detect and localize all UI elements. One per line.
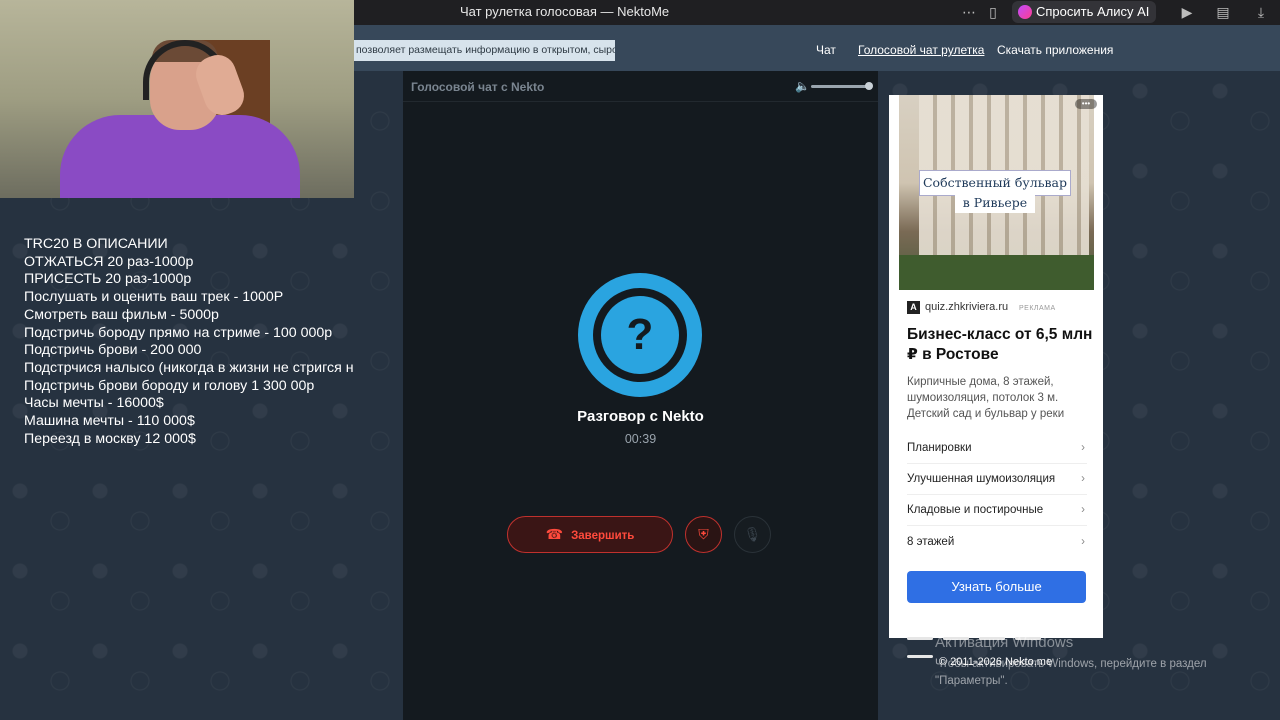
overlay-line: Часы мечты - 16000$	[24, 395, 164, 412]
video-icon[interactable]: ▶	[1178, 3, 1196, 21]
voice-chat-panel: Голосовой чат с Nekto 🔈 ? Разговор с Nek…	[403, 71, 878, 720]
webcam-overlay	[0, 0, 354, 198]
alice-icon	[1018, 5, 1032, 19]
ad-tag: РЕКЛАМА	[1019, 305, 1056, 312]
conversation-title: Разговор с Nekto	[577, 408, 704, 425]
tab-title: Чат рулетка голосовая — NektoMe	[460, 4, 670, 19]
copyright: © 2011-2026 Nekto.me	[939, 656, 1053, 668]
microphone-icon: 🎙	[743, 526, 762, 542]
volume-knob[interactable]	[865, 82, 873, 90]
nav-chat[interactable]: Чат	[816, 43, 836, 57]
overlay-line: Подстричь бороду прямо на стриме - 100 0…	[24, 324, 333, 341]
panel-title: Голосовой чат с Nekto	[411, 80, 545, 94]
end-call-label: Завершить	[571, 530, 635, 542]
hang-up-icon: ☎	[545, 526, 564, 542]
ad-headline[interactable]: Бизнес-класс от 6,5 млн ₽ в Ростове	[907, 325, 1097, 365]
chevron-right-icon: ›	[1081, 536, 1085, 548]
overlay-line: Смотреть ваш фильм - 5000р	[24, 306, 219, 323]
nav-voice-chat[interactable]: Голосовой чат рулетка	[858, 43, 984, 57]
overlay-line: Подстрчися налысо (никогда в жизни не ст…	[24, 359, 354, 376]
overlay-line: TRC20 В ОПИСАНИИ	[24, 236, 168, 252]
unknown-user-avatar: ?	[578, 273, 702, 397]
volume-icon[interactable]: 🔈	[795, 79, 810, 93]
ad-cta-button[interactable]: Узнать больше	[907, 571, 1086, 603]
stream-overlay-text: TRC20 В ОПИСАНИИ ОТЖАТЬСЯ 20 раз-1000р П…	[24, 236, 376, 448]
ad-image-caption-2: в Ривьере	[955, 193, 1035, 213]
chevron-right-icon: ›	[1081, 504, 1085, 516]
overlay-line: ПРИСЕСТЬ 20 раз-1000р	[24, 271, 192, 288]
ad-link-layouts[interactable]: Планировки ›	[907, 433, 1087, 464]
ad-image[interactable]: Собственный бульвар в Ривьере	[899, 95, 1094, 290]
ad-link-storage[interactable]: Кладовые и постирочные ›	[907, 495, 1087, 526]
shield-icon: ⛨	[698, 526, 709, 542]
overlay-line: Послушать и оценить ваш трек - 1000Р	[24, 289, 284, 306]
ask-alice-button[interactable]: Спросить Алису AI	[1012, 1, 1156, 23]
more-icon[interactable]: ⋯	[960, 3, 978, 21]
ad-banner[interactable]: Собственный бульвар в Ривьере ••• A quiz…	[889, 95, 1103, 658]
ad-link-floors[interactable]: 8 этажей ›	[907, 527, 1087, 558]
ad-carousel-indicator	[907, 627, 1086, 658]
ad-link-soundproofing[interactable]: Улучшенная шумоизоляция ›	[907, 464, 1087, 495]
ad-menu-icon[interactable]: •••	[1075, 99, 1097, 109]
end-call-button[interactable]: ☎ Завершить	[507, 516, 673, 553]
notice-banner: позволяет размещать информацию в открыто…	[354, 40, 615, 61]
report-button[interactable]: ⛨	[685, 516, 722, 553]
question-mark-icon: ?	[601, 296, 679, 374]
overlay-line: Подстричь брови бороду и голову 1 300 00…	[24, 377, 315, 394]
chevron-right-icon: ›	[1081, 442, 1085, 454]
overlay-line: Машина мечты - 110 000$	[24, 413, 195, 430]
nav-download-apps[interactable]: Скачать приложения	[997, 43, 1113, 57]
alice-label: Спросить Алису AI	[1036, 4, 1150, 19]
overlay-line: Подстричь брови - 200 000	[24, 342, 202, 359]
ad-description: Кирпичные дома, 8 этажей, шумоизоляция, …	[907, 376, 1065, 420]
windows-activation-title: Активация Windows	[935, 634, 1074, 651]
download-icon[interactable]: ⤓	[1252, 3, 1270, 21]
chevron-right-icon: ›	[1081, 473, 1085, 485]
ad-link-label: Планировки	[907, 442, 972, 454]
panel-header: Голосовой чат с Nekto 🔈	[403, 71, 878, 102]
ad-link-label: Кладовые и постирочные	[907, 504, 1044, 516]
bookmark-icon[interactable]: ▯	[984, 3, 1002, 21]
overlay-line: Переезд в москву 12 000$	[24, 430, 196, 447]
ad-link-label: 8 этажей	[907, 536, 955, 548]
reader-icon[interactable]: ▤	[1214, 3, 1232, 21]
call-timer: 00:39	[624, 432, 657, 446]
ad-source[interactable]: quiz.zhkriviera.ru	[925, 301, 1008, 313]
ad-link-label: Улучшенная шумоизоляция	[907, 473, 1056, 485]
mute-button[interactable]: 🎙	[734, 516, 771, 553]
overlay-line: ОТЖАТЬСЯ 20 раз-1000р	[24, 253, 194, 270]
volume-slider[interactable]	[811, 85, 871, 88]
ad-source-logo: A	[907, 301, 920, 314]
